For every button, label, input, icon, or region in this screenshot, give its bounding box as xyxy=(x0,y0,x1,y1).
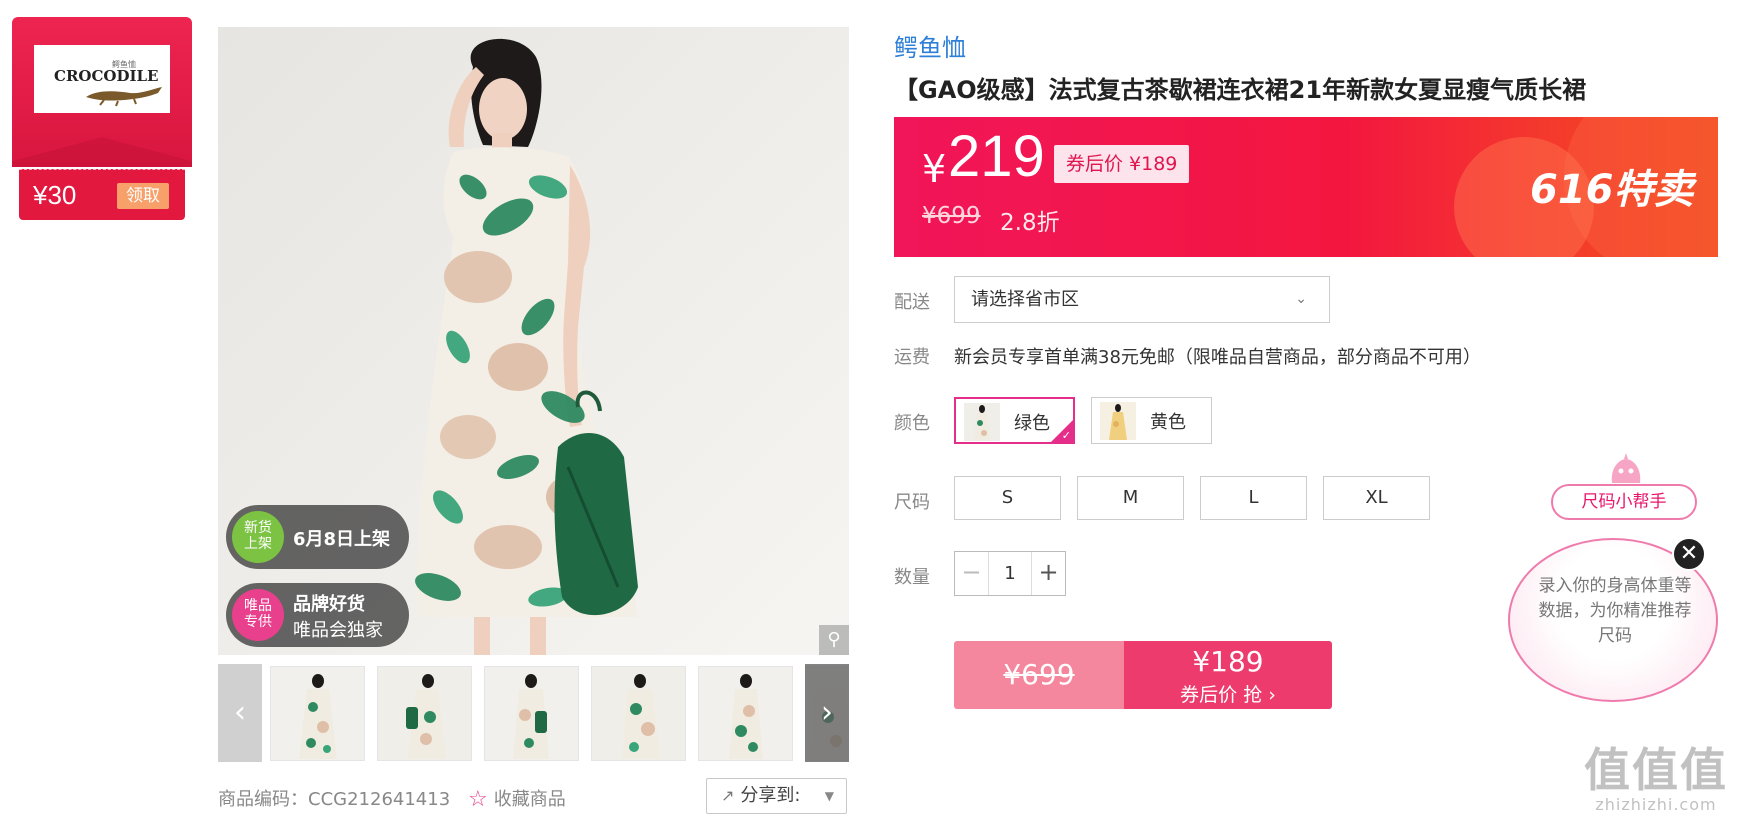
mascot-icon xyxy=(1611,453,1641,483)
quantity-value[interactable]: 1 xyxy=(989,552,1031,595)
color-label: 颜色 xyxy=(894,413,930,434)
thumbnail-3[interactable] xyxy=(484,666,579,761)
exclusive-circle: 唯品 专供 xyxy=(232,589,284,641)
shipping-info: 新会员专享首单满38元免邮（限唯品自营商品，部分商品不可用） xyxy=(954,347,1481,368)
exclusive-badge: 唯品 专供 品牌好货 唯品会独家 xyxy=(226,583,409,647)
coupon-amount: ¥30 xyxy=(33,180,77,210)
thumbnail-1[interactable] xyxy=(270,666,365,761)
caret-down-icon: ▼ xyxy=(824,789,834,803)
address-select[interactable]: 请选择省市区 ⌄ xyxy=(954,276,1330,323)
watermark-url: zhizhizhi.com xyxy=(1595,795,1717,814)
thumbnail-strip: ‹ › xyxy=(218,664,849,762)
size-option-l[interactable]: L xyxy=(1200,476,1307,520)
check-icon: ✓ xyxy=(1061,429,1071,442)
size-helper-button[interactable]: 尺码小帮手 xyxy=(1551,484,1697,520)
green-swatch-thumbnail xyxy=(964,403,1000,441)
yellow-swatch-thumbnail xyxy=(1100,402,1136,440)
address-placeholder: 请选择省市区 xyxy=(971,289,1079,310)
exclusive-subtitle: 唯品会独家 xyxy=(293,620,383,641)
color-option-green[interactable]: 绿色 ✓ xyxy=(954,397,1075,444)
share-label: 分享到: xyxy=(740,785,801,806)
chevron-right-icon[interactable]: › xyxy=(805,664,849,762)
share-dropdown[interactable]: ↗ 分享到: ▼ xyxy=(706,778,847,814)
color-option-label: 绿色 xyxy=(1014,413,1050,434)
promo-label: 616特卖 xyxy=(1530,167,1694,213)
color-option-label: 黄色 xyxy=(1150,412,1186,433)
brand-card-header: 鳄鱼恤 CROCODILE xyxy=(12,17,192,167)
current-price: 219 xyxy=(948,124,1045,189)
size-helper-text: 录入你的身高体重等数据，为你精准推荐尺码 xyxy=(1538,576,1692,646)
color-option-yellow[interactable]: 黄色 xyxy=(1091,397,1212,444)
buy-coupon-section: ¥189 券后价 抢 › xyxy=(1124,641,1332,709)
thumbnail-2[interactable] xyxy=(377,666,472,761)
price-banner: ¥ 219 券后价 ¥189 ¥699 2.8折 616特卖 xyxy=(894,117,1718,257)
price-currency: ¥ xyxy=(922,147,947,191)
quantity-label: 数量 xyxy=(894,567,930,588)
chevron-left-icon[interactable]: ‹ xyxy=(218,664,262,762)
watermark-logo: 值值值 xyxy=(1584,743,1728,797)
close-icon[interactable]: ✕ xyxy=(1672,537,1706,571)
chevron-down-icon: ⌄ xyxy=(1295,291,1307,307)
coupon-price-tag: 券后价 ¥189 xyxy=(1054,145,1190,183)
main-product-image[interactable]: 新货 上架 6月8日上架 唯品 专供 品牌好货 唯品会独家 ⚲ xyxy=(218,27,849,655)
decrease-quantity-button[interactable]: − xyxy=(955,552,989,595)
brand-coupon-card: 鳄鱼恤 CROCODILE ¥30 领取 xyxy=(12,17,192,223)
size-label: 尺码 xyxy=(894,492,930,513)
quantity-stepper: − 1 + xyxy=(954,551,1066,596)
product-title: 【GAO级感】法式复古茶歇裙连衣裙21年新款女夏显瘦气质长裙 xyxy=(894,76,1587,104)
buy-original-price: ¥699 xyxy=(954,641,1124,709)
star-icon: ☆ xyxy=(468,787,488,812)
thumbnail-5[interactable] xyxy=(698,666,793,761)
exclusive-title: 品牌好货 xyxy=(293,594,365,615)
original-price: ¥699 xyxy=(922,203,981,229)
brand-logo[interactable]: 鳄鱼恤 CROCODILE xyxy=(34,45,170,113)
favorite-button[interactable]: ☆ 收藏商品 xyxy=(468,785,566,812)
new-arrival-date: 6月8日上架 xyxy=(293,529,391,550)
new-arrival-badge: 新货 上架 6月8日上架 xyxy=(226,505,409,569)
buy-button[interactable]: ¥699 ¥189 券后价 抢 › xyxy=(954,641,1332,709)
share-icon: ↗ xyxy=(721,786,735,805)
discount-rate: 2.8折 xyxy=(1000,210,1060,236)
size-option-xl[interactable]: XL xyxy=(1323,476,1430,520)
new-arrival-circle: 新货 上架 xyxy=(232,511,284,563)
site-watermark: 值值值 zhizhizhi.com xyxy=(1584,745,1728,814)
size-option-s[interactable]: S xyxy=(954,476,1061,520)
coupon-strip: ¥30 领取 xyxy=(19,169,185,220)
increase-quantity-button[interactable]: + xyxy=(1031,552,1065,595)
shipping-label: 运费 xyxy=(894,347,930,368)
crocodile-icon xyxy=(86,87,162,107)
claim-coupon-button[interactable]: 领取 xyxy=(117,183,169,209)
brand-link[interactable]: 鳄鱼恤 xyxy=(894,28,966,63)
product-sku: 商品编码：CCG212641413 xyxy=(218,789,451,810)
buy-coupon-price: ¥189 xyxy=(1192,645,1264,678)
size-option-m[interactable]: M xyxy=(1077,476,1184,520)
buy-cta-label: 券后价 抢 › xyxy=(1180,684,1276,706)
favorite-label: 收藏商品 xyxy=(493,789,566,810)
magnifier-icon[interactable]: ⚲ xyxy=(819,625,849,655)
delivery-label: 配送 xyxy=(894,292,930,313)
thumbnail-4[interactable] xyxy=(591,666,686,761)
